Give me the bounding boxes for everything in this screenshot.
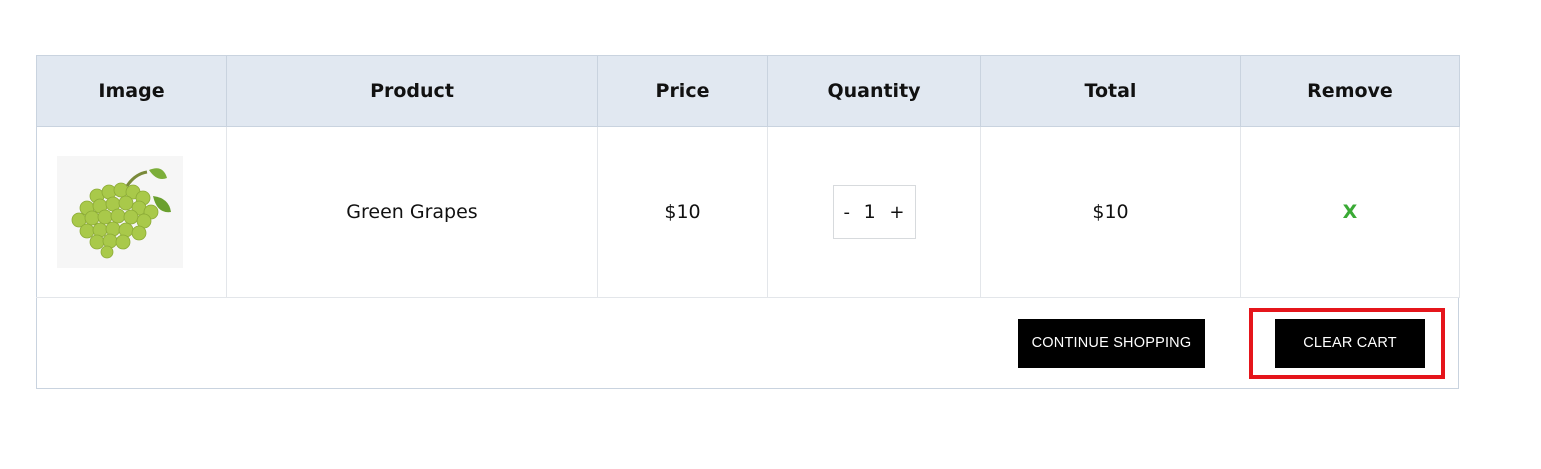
increase-quantity-button[interactable]: + — [889, 202, 904, 223]
table-header-row: Image Product Price Quantity Total Remov… — [36, 55, 1460, 127]
remove-item-icon[interactable]: X — [1343, 201, 1358, 223]
green-grapes-image — [57, 156, 183, 268]
product-name: Green Grapes — [226, 126, 598, 298]
header-price: Price — [597, 55, 768, 127]
product-total: $10 — [980, 126, 1241, 298]
header-product: Product — [226, 55, 598, 127]
grapes-illustration — [71, 168, 171, 259]
quantity-cell: - 1 + — [767, 126, 981, 298]
table-row: Green Grapes $10 - 1 + $10 X — [36, 126, 1460, 298]
continue-shopping-button[interactable]: CONTINUE SHOPPING — [1018, 319, 1205, 368]
quantity-value: 1 — [863, 201, 876, 223]
cart-actions-row: CONTINUE SHOPPING CLEAR CART — [36, 298, 1459, 389]
header-remove: Remove — [1240, 55, 1460, 127]
header-quantity: Quantity — [767, 55, 981, 127]
quantity-stepper: - 1 + — [832, 185, 916, 239]
cart-table: Image Product Price Quantity Total Remov… — [36, 55, 1460, 298]
cart-container: Image Product Price Quantity Total Remov… — [36, 55, 1460, 389]
product-price: $10 — [597, 126, 768, 298]
header-image: Image — [36, 55, 227, 127]
decrease-quantity-button[interactable]: - — [844, 202, 851, 223]
header-total: Total — [980, 55, 1241, 127]
remove-cell: X — [1240, 126, 1460, 298]
product-image-cell — [36, 126, 227, 298]
clear-cart-button[interactable]: CLEAR CART — [1275, 319, 1425, 368]
